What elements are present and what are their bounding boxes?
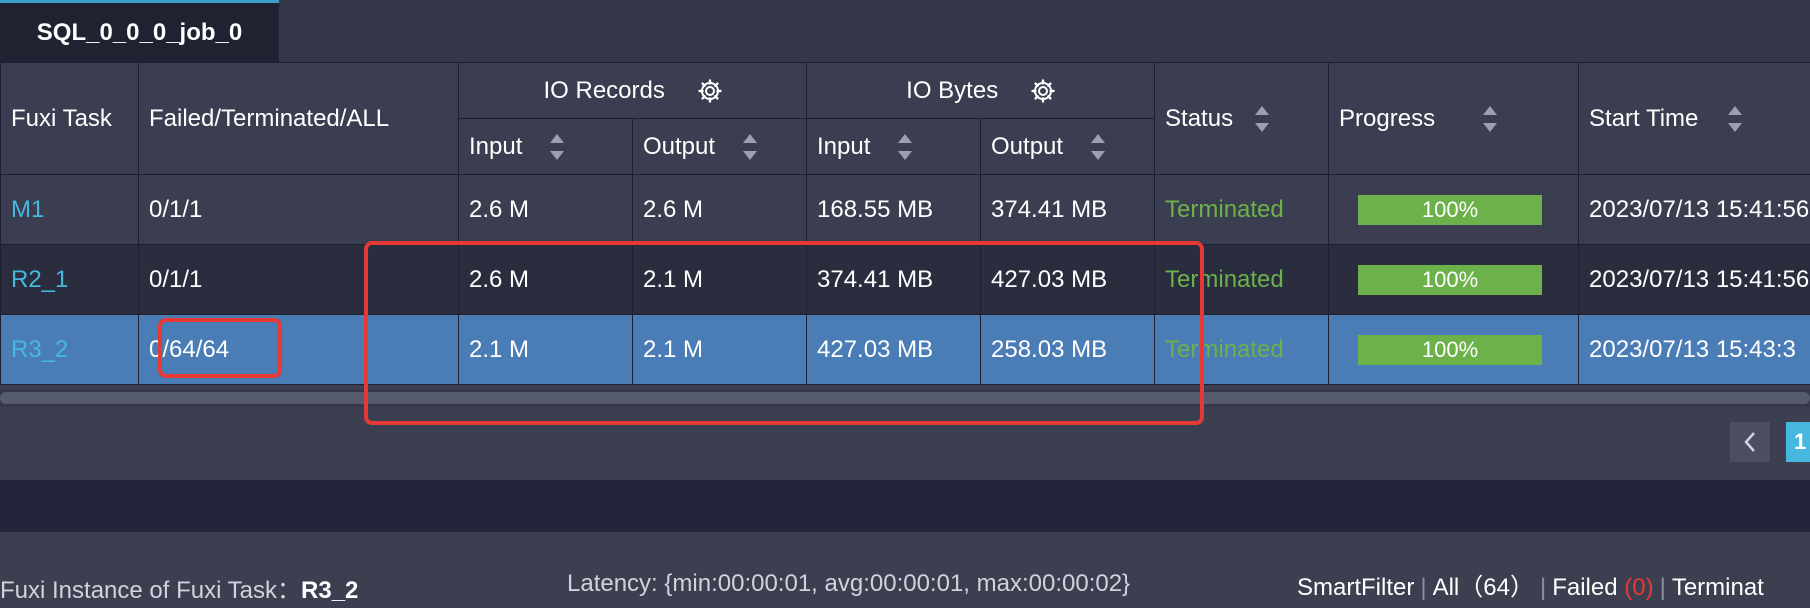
bytes-input-cell: 168.55 MB <box>806 174 982 245</box>
progress-cell: 100% <box>1328 244 1580 315</box>
status-cell: Terminated <box>1154 314 1330 385</box>
task-link[interactable]: M1 <box>11 196 44 223</box>
tab-bar: SQL_0_0_0_job_0 <box>0 0 1810 62</box>
records-input-cell: 2.1 M <box>458 314 633 385</box>
header-progress[interactable]: Progress <box>1328 62 1580 175</box>
filter-all-count: （64） <box>1459 574 1534 601</box>
header-fuxi-task: Fuxi Task <box>0 62 139 175</box>
counts-cell: 0/1/1 <box>138 174 459 245</box>
gear-icon[interactable] <box>697 79 722 103</box>
instance-title-prefix: Fuxi Instance of Fuxi Task： <box>0 577 302 604</box>
header-counts-label: Failed/Terminated/ALL <box>149 104 390 132</box>
bytes-output-cell: 258.03 MB <box>980 314 1156 385</box>
bytes-output-cell: 427.03 MB <box>980 244 1156 315</box>
records-output-cell: 2.6 M <box>631 174 808 245</box>
filter-failed-label: Failed <box>1552 574 1618 601</box>
task-link[interactable]: R2_1 <box>11 266 68 293</box>
header-input-label: Input <box>817 132 871 160</box>
header-input-label: Input <box>469 132 523 160</box>
header-io-records: IO Records <box>457 62 808 119</box>
header-failed-terminated-all: Failed/Terminated/ALL <box>138 62 459 175</box>
gear-icon[interactable] <box>1031 79 1055 103</box>
records-output-cell: 2.1 M <box>631 314 808 385</box>
sort-icon[interactable] <box>550 134 565 161</box>
filter-all-label: All <box>1432 574 1460 601</box>
filter-all[interactable]: All（64） <box>1433 574 1534 601</box>
header-bytes-output[interactable]: Output <box>980 118 1156 175</box>
header-io-bytes-label: IO Bytes <box>906 76 999 104</box>
records-input-cell: 2.6 M <box>458 174 633 245</box>
instance-task-name: R3_2 <box>301 577 359 604</box>
tab-sql-job[interactable]: SQL_0_0_0_job_0 <box>0 0 279 62</box>
header-fuxi-task-label: Fuxi Task <box>11 104 112 132</box>
task-grid: Fuxi Task Failed/Terminated/ALL IO Recor… <box>0 62 1810 385</box>
progress-label: 100% <box>1421 336 1479 362</box>
pagination-page-current[interactable]: 1 <box>1786 422 1810 462</box>
progress-label: 100% <box>1421 196 1479 222</box>
header-bytes-input[interactable]: Input <box>806 118 982 175</box>
header-start-time[interactable]: Start Time <box>1578 62 1810 175</box>
pagination-prev-button[interactable] <box>1730 422 1770 462</box>
horizontal-scrollbar[interactable] <box>0 389 1810 407</box>
records-input-cell: 2.6 M <box>458 244 633 315</box>
header-io-records-label: IO Records <box>543 76 665 104</box>
filter-failed-count: (0) <box>1624 574 1654 601</box>
start-time-cell: 2023/07/13 15:41:56 <box>1578 174 1810 245</box>
status-cell: Terminated <box>1154 174 1330 245</box>
bytes-output-cell: 374.41 MB <box>980 174 1156 245</box>
table-row-selected[interactable]: R3_2 0/64/64 2.1 M 2.1 M 427.03 MB 258.0… <box>0 314 1810 385</box>
sort-icon[interactable] <box>1091 134 1106 161</box>
scrollbar-thumb[interactable] <box>0 392 1810 404</box>
smartfilter-label: SmartFilter <box>1297 574 1415 601</box>
latency-text: Latency: {min:00:00:01, avg:00:00:01, ma… <box>567 570 1131 597</box>
progress-bar: 100% <box>1358 264 1543 295</box>
sort-icon[interactable] <box>898 134 913 161</box>
fuxi-instance-title: Fuxi Instance of Fuxi Task：R3_2 <box>0 570 358 605</box>
smartfilter-bar: SmartFilter | All（64） | Failed (0) | Terminat <box>1297 567 1764 602</box>
bytes-input-cell: 427.03 MB <box>806 314 982 385</box>
progress-cell: 100% <box>1328 174 1580 245</box>
lower-panel <box>0 480 1810 532</box>
sort-icon[interactable] <box>1483 106 1498 133</box>
progress-label: 100% <box>1421 266 1479 292</box>
progress-bar: 100% <box>1358 334 1543 365</box>
header-output-label: Output <box>991 132 1064 160</box>
sort-icon[interactable] <box>1728 106 1743 133</box>
header-records-input[interactable]: Input <box>458 118 633 175</box>
task-link[interactable]: R3_2 <box>11 336 68 363</box>
progress-cell: 100% <box>1328 314 1580 385</box>
progress-bar: 100% <box>1358 194 1543 225</box>
header-output-label: Output <box>643 132 716 160</box>
bytes-input-cell: 374.41 MB <box>806 244 982 315</box>
counts-cell: 0/64/64 <box>138 314 459 385</box>
header-start-time-label: Start Time <box>1589 104 1699 132</box>
separator: | <box>1420 574 1427 601</box>
separator: | <box>1659 574 1666 601</box>
header-io-bytes: IO Bytes <box>806 62 1156 119</box>
sort-icon[interactable] <box>743 134 758 161</box>
sort-icon[interactable] <box>1255 106 1270 133</box>
counts-cell: 0/1/1 <box>138 244 459 315</box>
header-status-label: Status <box>1165 104 1234 132</box>
header-status[interactable]: Status <box>1154 62 1330 175</box>
fuxi-task-table: Fuxi Task Failed/Terminated/ALL IO Recor… <box>0 62 1810 385</box>
status-cell: Terminated <box>1154 244 1330 315</box>
header-records-output[interactable]: Output <box>631 118 808 175</box>
header-progress-label: Progress <box>1339 104 1436 132</box>
separator: | <box>1539 574 1547 601</box>
chevron-left-icon <box>1744 432 1755 452</box>
table-row[interactable]: R2_1 0/1/1 2.6 M 2.1 M 374.41 MB 427.03 … <box>0 244 1810 315</box>
filter-failed[interactable]: Failed (0) <box>1552 574 1653 601</box>
table-row[interactable]: M1 0/1/1 2.6 M 2.6 M 168.55 MB 374.41 MB… <box>0 174 1810 245</box>
start-time-cell: 2023/07/13 15:41:56 <box>1578 244 1810 315</box>
records-output-cell: 2.1 M <box>631 244 808 315</box>
filter-terminated[interactable]: Terminat <box>1672 574 1764 601</box>
start-time-cell: 2023/07/13 15:43:3 <box>1578 314 1810 385</box>
